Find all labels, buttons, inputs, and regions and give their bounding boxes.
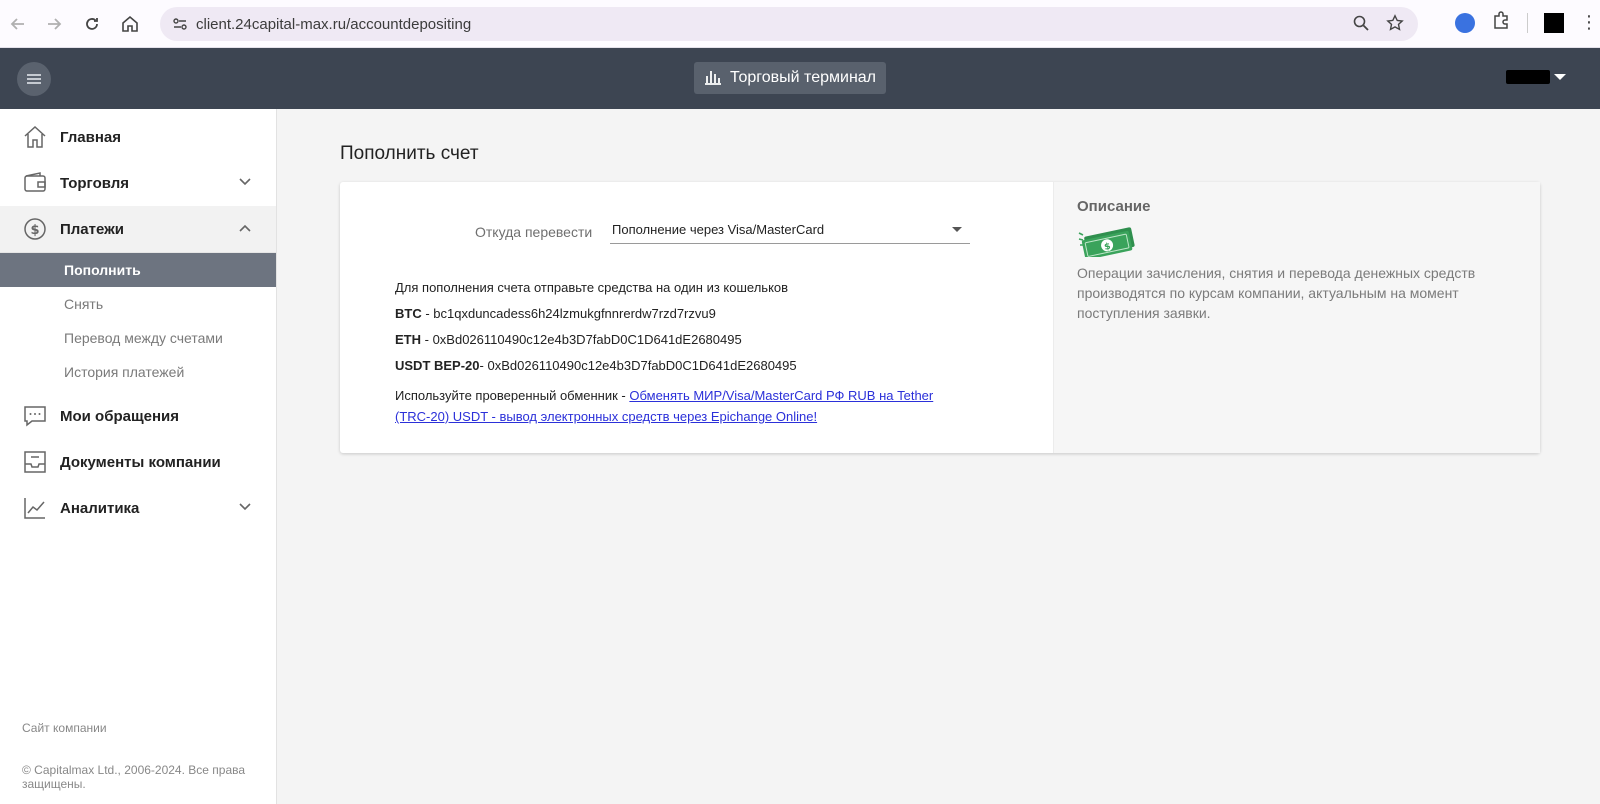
sidebar-item-payments[interactable]: $ Платежи bbox=[0, 206, 276, 252]
sidebar-item-label: Мои обращения bbox=[60, 407, 180, 425]
sidebar-item-label: Документы компании bbox=[60, 453, 221, 471]
wallet-row: ETH - 0xBd026110490c12e4b3D7fabD0C1D641d… bbox=[395, 333, 955, 359]
toolbar-divider bbox=[1527, 12, 1528, 33]
wallets-intro: Для пополнения счета отправьте средства … bbox=[395, 280, 789, 295]
app-header: Торговый терминал bbox=[0, 48, 1600, 109]
sidebar-item-trading[interactable]: Торговля bbox=[0, 160, 276, 206]
wallet-icon bbox=[22, 170, 48, 196]
deposit-card: Откуда перевести Пополнение через Visa/M… bbox=[340, 182, 1540, 453]
browser-toolbar: client.24capital-max.ru/accountdepositin… bbox=[0, 0, 1600, 48]
wallet-name: BTC bbox=[395, 306, 422, 321]
wallet-row: USDT BEP-20- 0xBd026110490c12e4b3D7fabD0… bbox=[395, 359, 955, 385]
trading-terminal-button[interactable]: Торговый терминал bbox=[694, 62, 886, 94]
sidebar-subitem-history[interactable]: История платежей bbox=[0, 355, 276, 389]
sidebar-subitem-withdraw[interactable]: Снять bbox=[0, 287, 276, 321]
exchanger-prefix: Используйте проверенный обменник - bbox=[395, 388, 630, 403]
dollar-circle-icon: $ bbox=[22, 216, 48, 242]
user-name bbox=[1506, 70, 1550, 84]
copyright-text: © Capitalmax Ltd., 2006-2024. Все права … bbox=[22, 763, 246, 791]
extension-icon[interactable] bbox=[1455, 12, 1475, 33]
wallet-address: 0xBd026110490c12e4b3D7fabD0C1D641dE26804… bbox=[487, 358, 797, 373]
wallet-row: BTC - bc1qxduncadess6h24lzmukgfnnrerdw7r… bbox=[395, 307, 955, 333]
profile-avatar[interactable] bbox=[1544, 12, 1564, 33]
more-menu-icon[interactable]: ⋮ bbox=[1580, 12, 1598, 33]
sidebar-item-analytics[interactable]: Аналитика bbox=[0, 485, 276, 531]
exchanger-line: Используйте проверенный обменник - Обмен… bbox=[395, 385, 955, 427]
home-icon[interactable] bbox=[112, 6, 148, 42]
home-icon bbox=[22, 124, 48, 150]
wallet-address: 0xBd026110490c12e4b3D7fabD0C1D641dE26804… bbox=[432, 332, 742, 347]
site-info-icon[interactable] bbox=[172, 16, 188, 32]
sidebar-item-label: Торговля bbox=[60, 174, 130, 192]
trending-chart-icon bbox=[22, 495, 48, 521]
payments-submenu: Пополнить Снять Перевод между счетами Ис… bbox=[0, 252, 276, 389]
hamburger-menu-icon[interactable] bbox=[17, 62, 51, 96]
page-title: Пополнить счет bbox=[340, 143, 479, 164]
reload-icon[interactable] bbox=[74, 6, 110, 42]
bookmark-star-icon[interactable] bbox=[1386, 14, 1404, 37]
deposit-form: Откуда перевести Пополнение через Visa/M… bbox=[340, 182, 1053, 453]
svg-text:$: $ bbox=[30, 223, 39, 238]
wallet-name: ETH bbox=[395, 332, 421, 347]
sidebar: Главная Торговля $ Платежи Пополнить Сня… bbox=[0, 109, 277, 804]
sidebar-item-home[interactable]: Главная bbox=[0, 114, 276, 160]
deposit-method-select[interactable]: Пополнение через Visa/MasterCard bbox=[610, 214, 970, 244]
wallet-name: USDT BEP-20 bbox=[395, 358, 480, 373]
company-site-link[interactable]: Сайт компании bbox=[22, 721, 107, 735]
forward-icon[interactable] bbox=[36, 6, 72, 42]
description-text: Операции зачисления, снятия и перевода д… bbox=[1077, 265, 1476, 321]
description-title: Описание bbox=[1077, 198, 1151, 215]
sidebar-item-tickets[interactable]: Мои обращения bbox=[0, 393, 276, 439]
sidebar-item-label: Аналитика bbox=[60, 499, 140, 517]
back-icon[interactable] bbox=[0, 6, 36, 42]
extensions-puzzle-icon[interactable] bbox=[1491, 10, 1511, 35]
wallet-separator: - bbox=[421, 332, 433, 347]
wallet-address: bc1qxduncadess6h24lzmukgfnnrerdw7rzd7rzv… bbox=[433, 306, 716, 321]
sidebar-subitem-deposit[interactable]: Пополнить bbox=[0, 253, 276, 287]
sidebar-item-documents[interactable]: Документы компании bbox=[0, 439, 276, 485]
description-panel: Описание $ Операции зачисления, снятия и… bbox=[1053, 182, 1540, 453]
caret-down-icon bbox=[1554, 74, 1566, 80]
wallet-separator: - bbox=[421, 306, 434, 321]
bar-chart-icon bbox=[704, 67, 722, 90]
chevron-up-icon bbox=[238, 221, 252, 239]
sidebar-subitem-transfer[interactable]: Перевод между счетами bbox=[0, 321, 276, 355]
chevron-down-icon bbox=[238, 500, 252, 518]
chat-icon bbox=[22, 403, 48, 429]
wallets-info: Для пополнения счета отправьте средства … bbox=[395, 281, 955, 427]
select-value: Пополнение через Visa/MasterCard bbox=[612, 222, 825, 237]
user-menu[interactable] bbox=[1506, 70, 1566, 84]
money-icon: $ bbox=[1077, 223, 1139, 260]
sidebar-item-label: Платежи bbox=[60, 220, 124, 238]
dropdown-arrow-icon bbox=[952, 227, 962, 232]
address-bar[interactable]: client.24capital-max.ru/accountdepositin… bbox=[160, 7, 1418, 41]
chevron-down-icon bbox=[238, 175, 252, 193]
sidebar-item-label: Главная bbox=[60, 128, 122, 146]
url-text[interactable]: client.24capital-max.ru/accountdepositin… bbox=[196, 16, 471, 33]
terminal-label: Торговый терминал bbox=[729, 69, 877, 86]
inbox-icon bbox=[22, 449, 48, 475]
from-label: Откуда перевести bbox=[475, 224, 593, 240]
zoom-icon[interactable] bbox=[1352, 14, 1370, 37]
